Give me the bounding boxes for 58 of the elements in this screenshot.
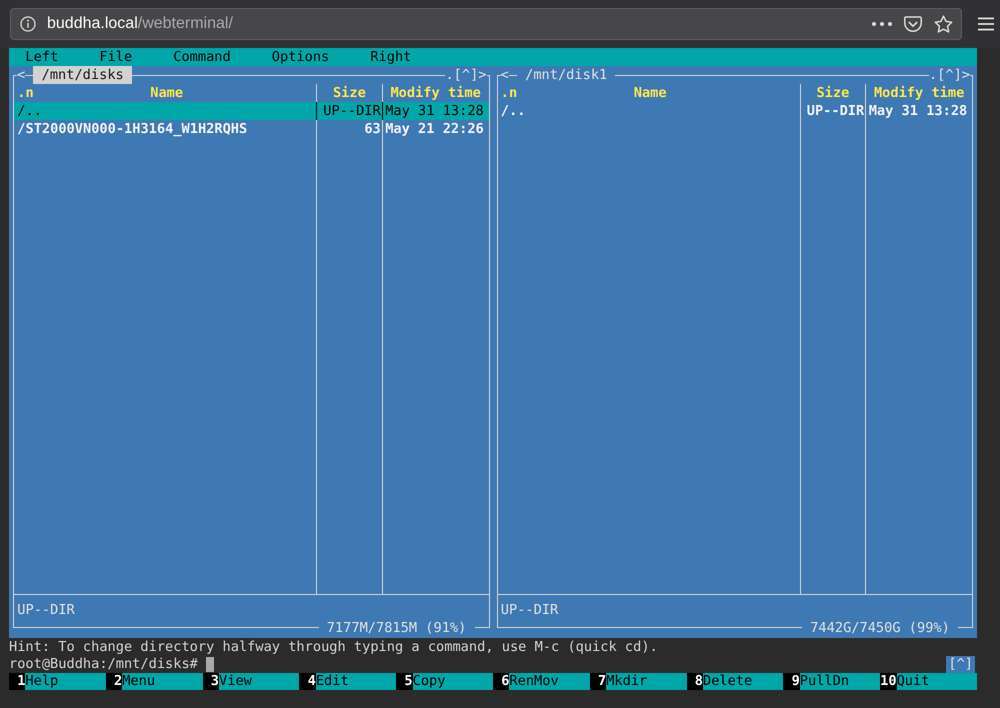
sort-indicator[interactable]: .n	[498, 84, 518, 102]
column-header[interactable]: Modify time	[865, 84, 972, 102]
more-actions-icon[interactable]	[872, 22, 892, 26]
mini-status-text: UP--DIR	[16, 601, 76, 619]
function-key-button[interactable]: Quit	[896, 673, 977, 690]
key-number: 2	[106, 673, 122, 690]
function-key-button[interactable]: Mkdir	[606, 673, 687, 690]
hint-text: Hint: To change directory halfway through typing a command, use M-c (quick cd).	[9, 638, 659, 656]
function-key-button[interactable]: View	[219, 673, 300, 690]
key-number: 6	[492, 673, 510, 690]
key-number: 9	[783, 673, 800, 690]
command-prompt: root@Buddha:/mnt/disks#	[9, 656, 198, 673]
file-date: May 31 13:28	[382, 102, 488, 120]
menu-item[interactable]: Command	[173, 48, 231, 66]
file-date: May 31 13:28	[865, 102, 972, 120]
menu-item[interactable]: File	[99, 48, 132, 66]
free-space-text: 7442G/7450G (99%)	[802, 619, 958, 637]
key-number: 5	[396, 673, 413, 690]
function-key-button[interactable]: Menu	[122, 673, 203, 690]
address-bar[interactable]: buddha.local/webterminal/	[10, 8, 962, 40]
file-name: /ST2000VN000-1H3164_W1H2RQHS	[16, 120, 248, 138]
column-header[interactable]: Name	[517, 84, 800, 102]
file-row[interactable]: /.. UP--DIR May 31 13:28	[498, 102, 972, 120]
file-size: 63	[316, 120, 382, 138]
column-header[interactable]: Name	[34, 84, 316, 102]
column-header[interactable]: Size	[800, 84, 866, 102]
key-number: 4	[299, 673, 316, 690]
key-number: 1	[9, 673, 26, 690]
file-name: /..	[16, 102, 43, 120]
file-size: UP--DIR	[316, 102, 382, 120]
panel-path-title[interactable]: /mnt/disks	[33, 66, 132, 84]
mini-status-text: UP--DIR	[500, 601, 560, 619]
file-row[interactable]: /.. UP--DIR May 31 13:28	[14, 102, 488, 120]
key-number: 8	[686, 673, 703, 690]
key-number: 10	[880, 673, 897, 690]
key-number: 7	[590, 673, 606, 690]
cursor-icon	[206, 657, 214, 672]
info-icon[interactable]	[20, 16, 36, 32]
function-key-button[interactable]: Copy	[412, 673, 493, 690]
function-key-button[interactable]: RenMov	[509, 673, 590, 690]
url-text[interactable]: buddha.local/webterminal/	[47, 14, 233, 34]
file-size: UP--DIR	[800, 102, 866, 120]
menu-item[interactable]: Left	[25, 48, 58, 66]
sort-indicator[interactable]: .n	[14, 84, 34, 102]
chevron-shield-icon[interactable]	[904, 16, 922, 32]
star-icon[interactable]	[934, 15, 953, 33]
file-date: May 21 22:26	[382, 120, 488, 138]
function-key-button[interactable]: Edit	[316, 673, 396, 690]
key-number: 3	[202, 673, 220, 690]
file-row[interactable]: /ST2000VN000-1H3164_W1H2RQHS 63 May 21 22:26	[14, 120, 488, 138]
menu-icon[interactable]	[978, 17, 994, 31]
file-name: /..	[500, 102, 526, 120]
menu-item[interactable]: Right	[370, 48, 412, 66]
free-space-text: 7177M/7815M (91%)	[318, 619, 475, 637]
function-key-button[interactable]: PullDn	[800, 673, 880, 690]
menu-item[interactable]: Options	[272, 48, 330, 66]
function-key-button[interactable]: Help	[25, 673, 106, 690]
function-key-button[interactable]: Delete	[703, 673, 784, 690]
